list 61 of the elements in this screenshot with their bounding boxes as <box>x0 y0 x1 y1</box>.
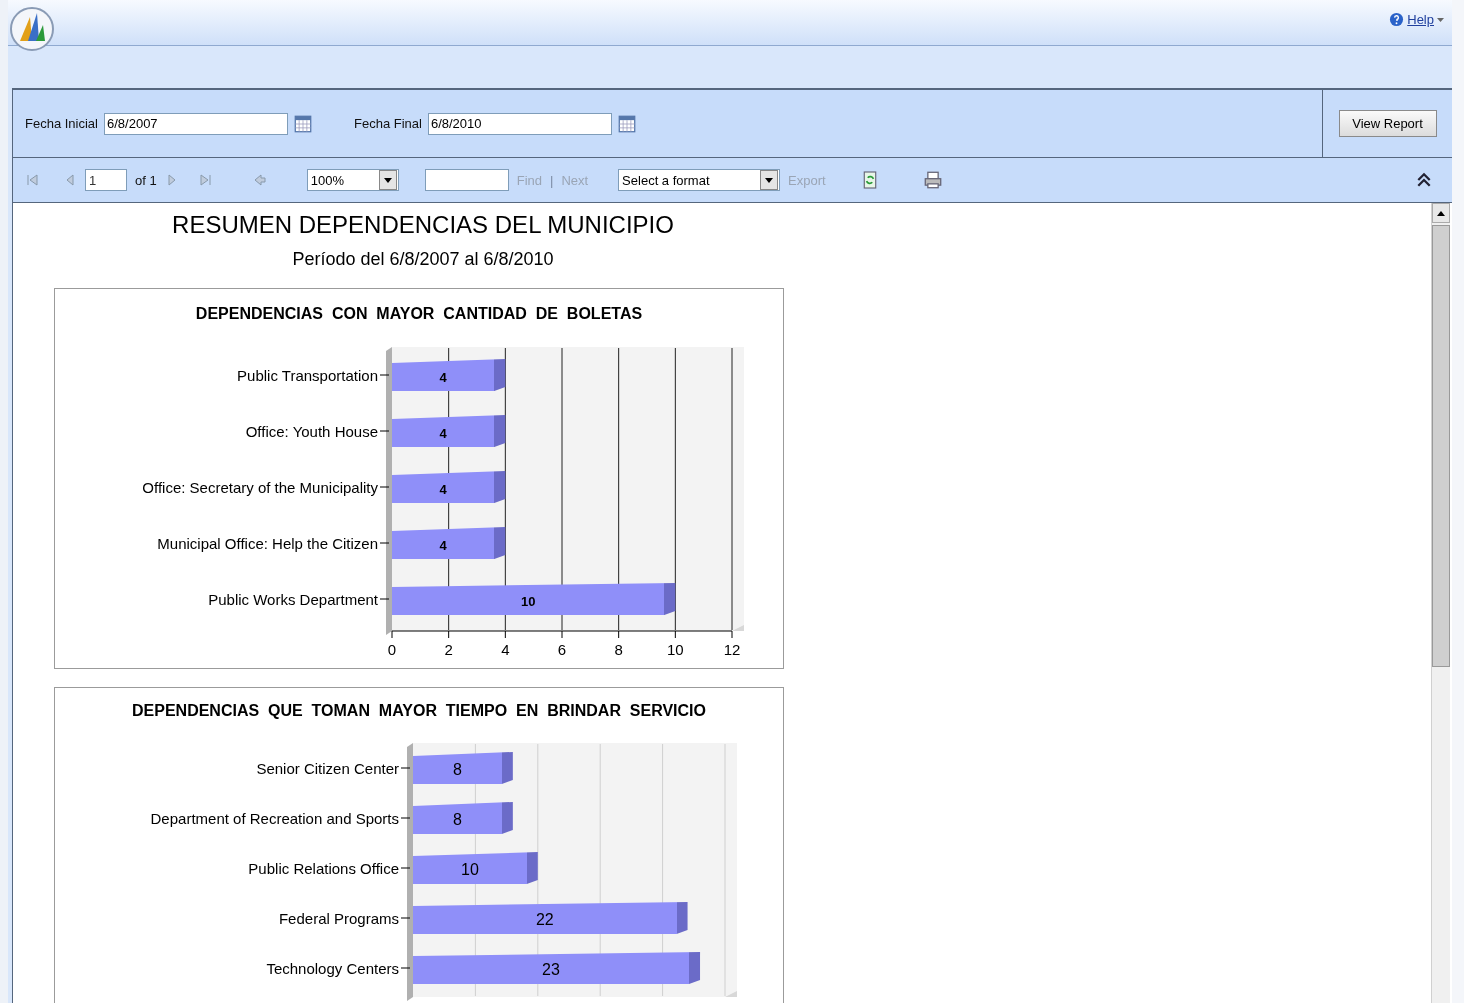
data-label: 23 <box>542 961 560 978</box>
tick-label: 6 <box>557 641 567 658</box>
parameter-label: Fecha Inicial <box>25 116 98 131</box>
category-label: Technology Centers <box>266 960 399 977</box>
data-label: 4 <box>439 538 447 553</box>
page-total: of 1 <box>135 172 157 188</box>
tick-label: 4 <box>501 641 510 658</box>
data-label: 8 <box>452 761 462 778</box>
category-label: Office: Secretary of the Municipality <box>142 479 378 496</box>
dropdown-arrow-icon <box>765 177 774 183</box>
chart-title: DEPENDENCIAS CON MAYOR CANTIDAD DE BOLETAS <box>195 305 643 322</box>
dropdown-arrow-icon <box>383 177 392 183</box>
date-field[interactable]: 6/8/2010 <box>427 112 612 135</box>
tick-label: 12 <box>723 641 741 658</box>
category-label: Department of Recreation and Sports <box>150 810 399 827</box>
help-link[interactable]: Help <box>1389 12 1444 27</box>
calendar-icon[interactable] <box>617 114 636 133</box>
calendar-icon[interactable] <box>294 114 312 133</box>
category-label: Federal Programs <box>278 910 399 927</box>
last-page-icon[interactable] <box>198 173 213 187</box>
tick-label: 10 <box>667 641 684 658</box>
data-label: 10 <box>461 861 479 878</box>
tick-label: 2 <box>444 641 453 658</box>
category-label: Public Relations Office <box>248 860 399 877</box>
first-page-icon[interactable] <box>25 173 39 187</box>
plot-floor <box>732 625 744 631</box>
up-arrow-icon <box>1437 210 1445 216</box>
link-separator: | <box>550 172 554 188</box>
data-label: 22 <box>535 911 554 928</box>
data-label: 8 <box>452 811 462 828</box>
category-label: Office: Youth House <box>245 423 378 440</box>
data-label: 4 <box>439 426 447 441</box>
chart-title: DEPENDENCIAS QUE TOMAN MAYOR TIEMPO EN BRINDAR SERVICIO <box>132 702 706 719</box>
category-label: Senior Citizen Center <box>256 760 399 777</box>
category-label: Public Works Department <box>208 591 378 608</box>
data-label: 10 <box>520 594 536 609</box>
view-report-button[interactable]: View Report <box>1338 110 1437 137</box>
caret-icon <box>1437 17 1444 22</box>
plot-floor <box>725 991 737 997</box>
report-title: RESUMEN DEPENDENCIAS DEL MUNICIPIO <box>172 211 674 239</box>
scroll-up-button[interactable] <box>1432 203 1450 223</box>
refresh-icon[interactable] <box>861 171 878 189</box>
category-label: Public Transportation <box>237 367 378 384</box>
report-subtitle: Período del 6/8/2007 al 6/8/2010 <box>292 249 554 270</box>
scrollbar[interactable] <box>1431 203 1450 1003</box>
help-icon <box>1389 12 1405 27</box>
page-field[interactable]: 1 <box>85 169 127 191</box>
format-select[interactable]: Select a format <box>618 169 781 191</box>
category-label: Municipal Office: Help the Citizen <box>157 535 378 552</box>
data-label: 4 <box>439 370 447 385</box>
date-field[interactable]: 6/8/2007 <box>104 112 288 135</box>
parameter-label: Fecha Final <box>354 116 422 131</box>
tick-label: 8 <box>614 641 623 658</box>
collapse-icon[interactable] <box>1416 171 1432 189</box>
tick-label: 0 <box>387 641 397 658</box>
print-icon[interactable] <box>923 171 942 189</box>
zoom-select[interactable]: 100% <box>306 169 399 191</box>
find-field[interactable] <box>424 169 509 191</box>
scroll-thumb[interactable] <box>1432 225 1450 667</box>
back-icon[interactable] <box>252 173 267 187</box>
data-label: 4 <box>439 482 447 497</box>
